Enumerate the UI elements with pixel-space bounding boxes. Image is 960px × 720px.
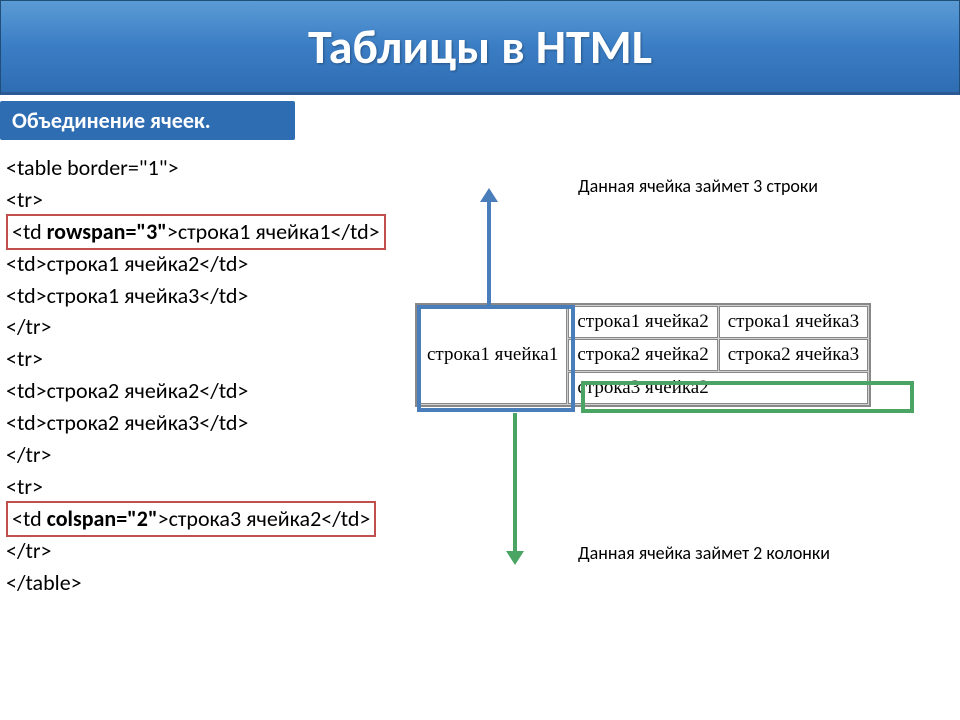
code-line-colspan: <td colspan="2">строка3 ячейка2</td> bbox=[6, 503, 960, 535]
table-row: строка1 ячейка1 строка1 ячейка2 строка1 … bbox=[418, 306, 868, 338]
cell: строка2 ячейка2 bbox=[568, 339, 717, 371]
annotation-colspan: Данная ячейка займет 2 колонки bbox=[578, 543, 908, 565]
code-line: </tr> bbox=[6, 439, 960, 471]
cell: строка2 ячейка3 bbox=[719, 339, 868, 371]
arrow-blue bbox=[487, 200, 491, 308]
demo-table: строка1 ячейка1 строка1 ячейка2 строка1 … bbox=[415, 303, 871, 407]
colspan-highlight: <td colspan="2">строка3 ячейка2</td> bbox=[6, 501, 376, 537]
title-bar: Таблицы в HTML bbox=[0, 0, 960, 95]
code-line: <tr> bbox=[6, 471, 960, 503]
code-line-rowspan: <td rowspan="3">строка1 ячейка1</td> bbox=[6, 216, 960, 248]
cell-colspan: строка3 ячейка2 bbox=[568, 372, 868, 404]
code-line: <td>строка2 ячейка3</td> bbox=[6, 407, 960, 439]
cell: строка1 ячейка3 bbox=[719, 306, 868, 338]
code-line: </table> bbox=[6, 567, 960, 599]
page-title: Таблицы в HTML bbox=[308, 17, 652, 76]
cell-rowspan: строка1 ячейка1 bbox=[418, 306, 567, 404]
code-line: <td>строка1 ячейка2</td> bbox=[6, 248, 960, 280]
annotation-rowspan: Данная ячейка займет 3 строки bbox=[578, 176, 908, 198]
cell: строка1 ячейка2 bbox=[568, 306, 717, 338]
rowspan-highlight: <td rowspan="3">строка1 ячейка1</td> bbox=[6, 214, 386, 250]
arrow-green bbox=[513, 413, 517, 553]
subtitle: Объединение ячеек. bbox=[0, 101, 295, 140]
